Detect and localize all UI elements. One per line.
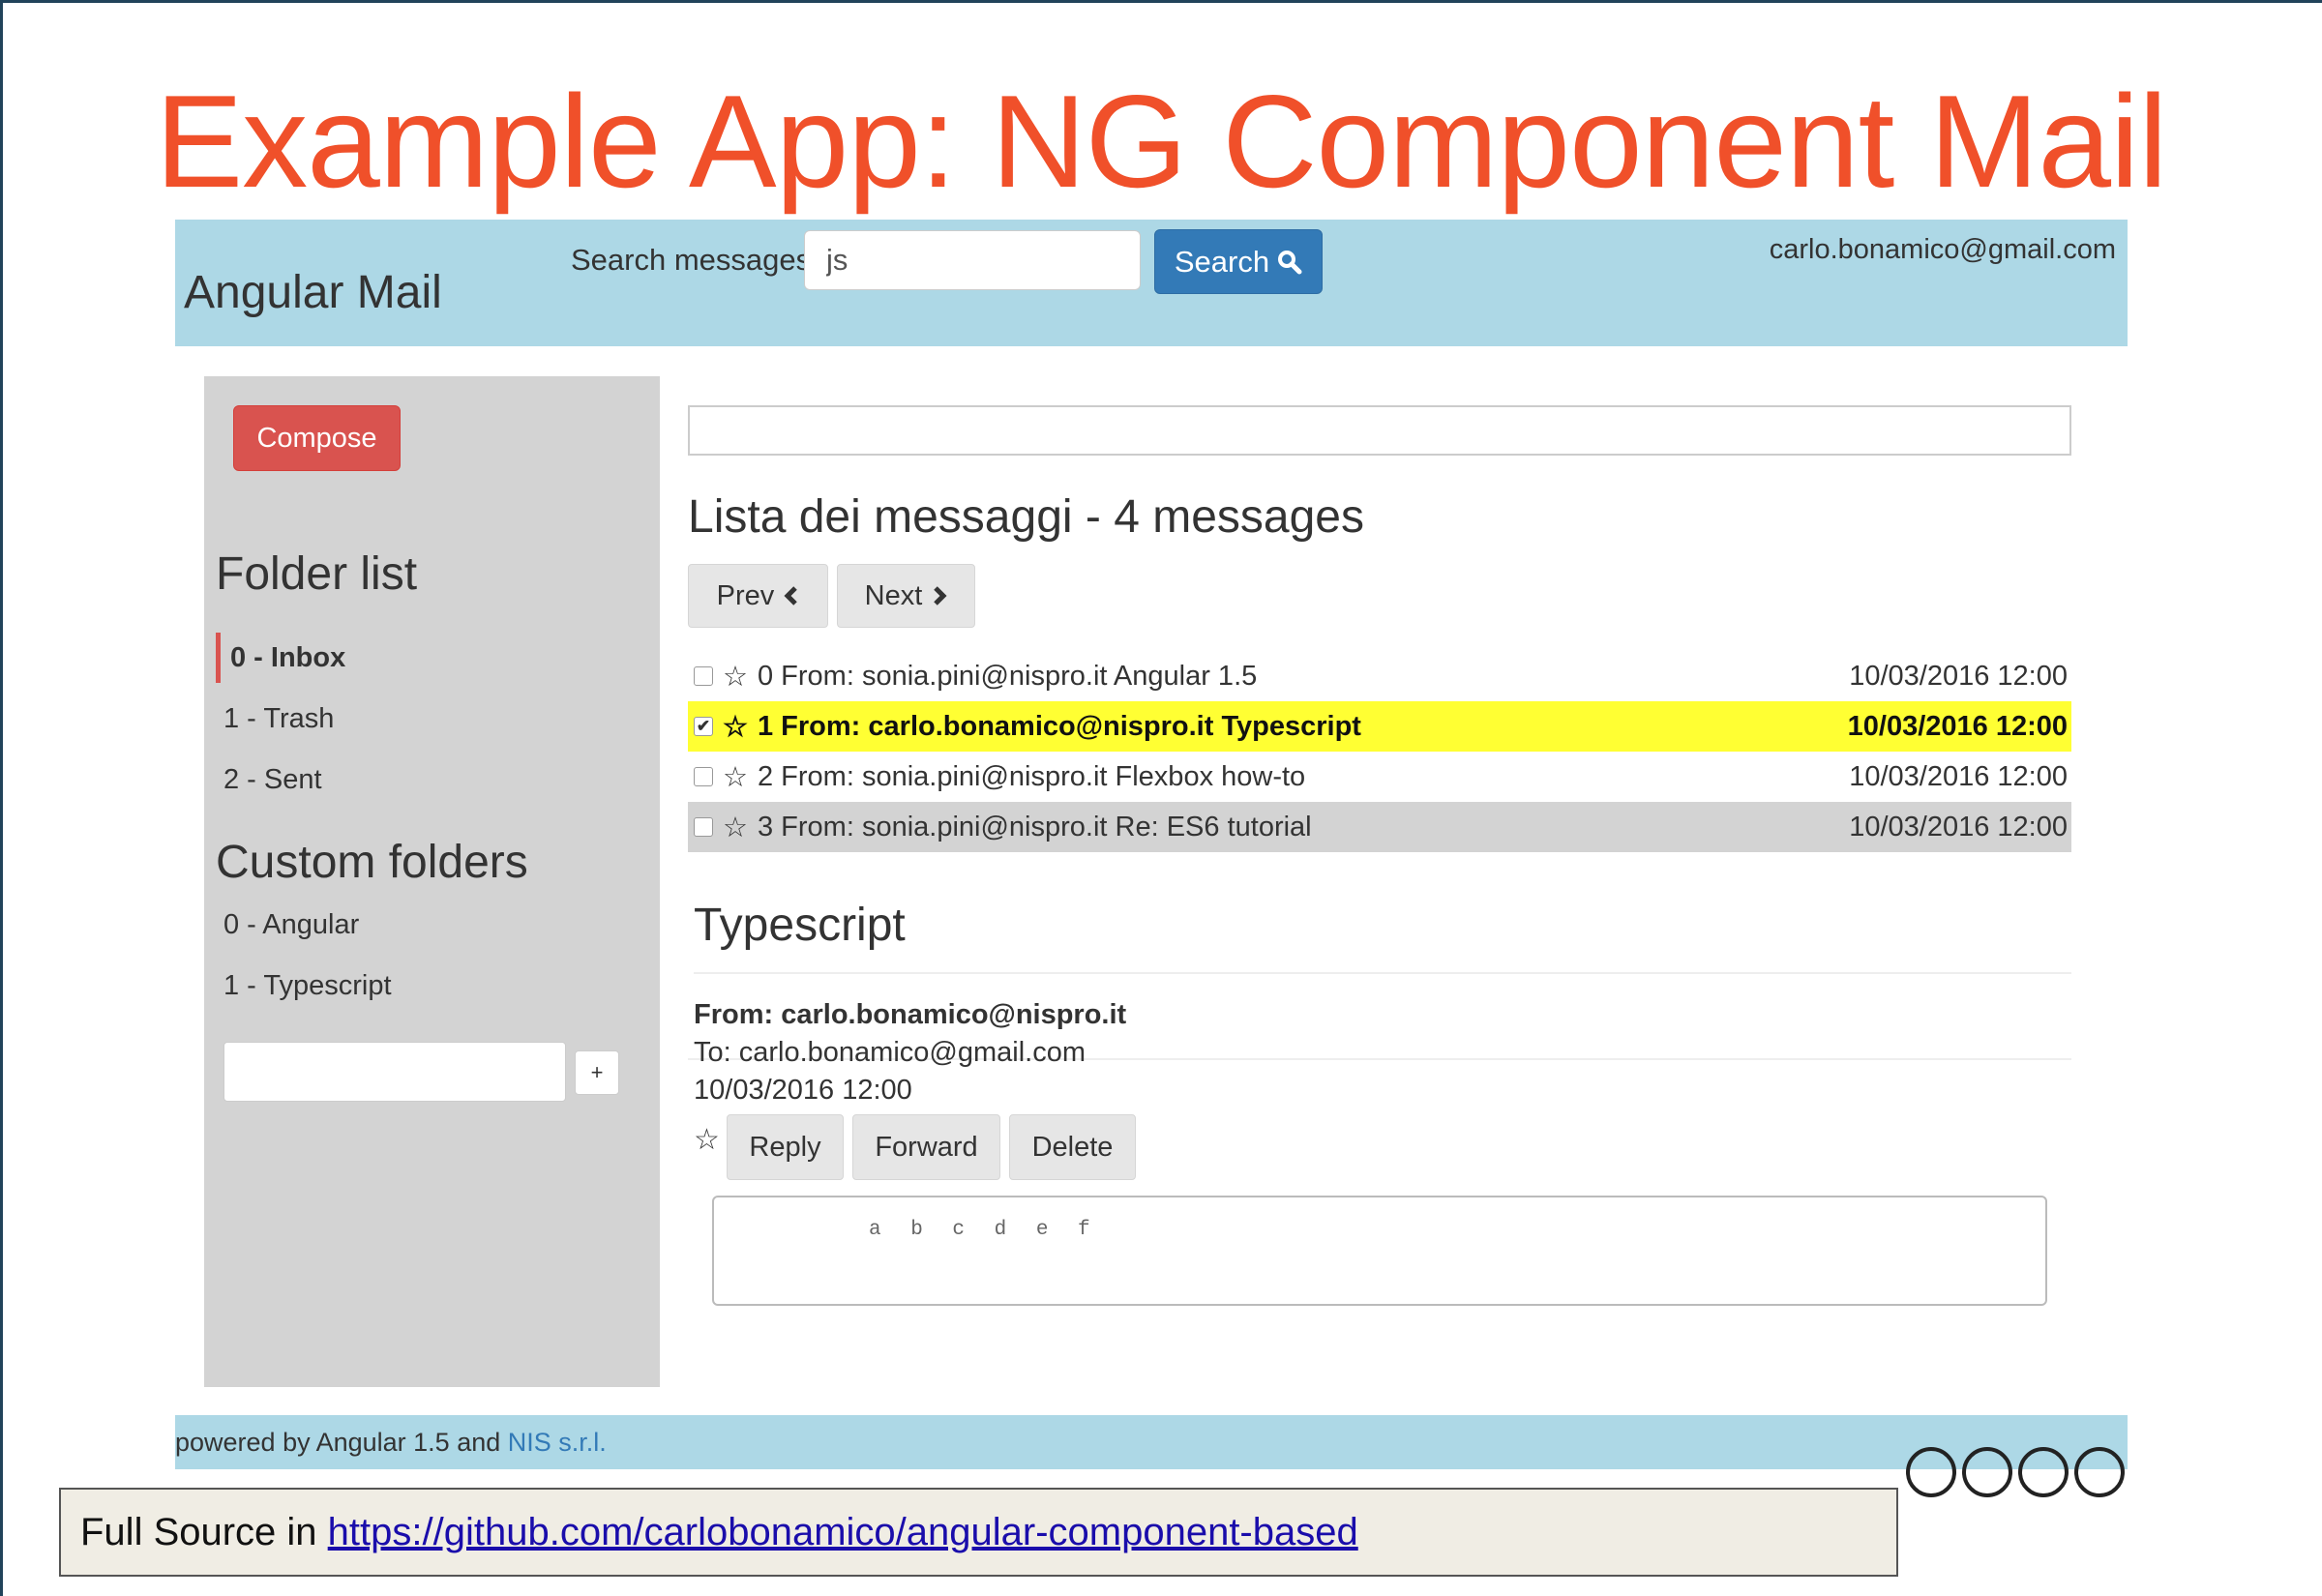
message-date: 10/03/2016 12:00: [1849, 660, 2068, 692]
search-input[interactable]: [804, 230, 1141, 290]
search-icon: [1278, 250, 1302, 274]
message-row-2[interactable]: ☆ 2 From: sonia.pini@nispro.it Flexbox h…: [688, 752, 2071, 802]
new-folder-input[interactable]: [223, 1042, 566, 1102]
next-label: Next: [864, 579, 923, 611]
message-date: 10/03/2016 12:00: [1849, 760, 2068, 792]
reply-button[interactable]: Reply: [727, 1114, 844, 1180]
footer-text: powered by Angular 1.5 and: [175, 1428, 508, 1457]
message-row-0[interactable]: ☆ 0 From: sonia.pini@nispro.it Angular 1…: [688, 651, 2071, 701]
add-folder-button[interactable]: +: [575, 1050, 619, 1095]
message-row-3[interactable]: ☆ 3 From: sonia.pini@nispro.it Re: ES6 t…: [688, 802, 2071, 852]
message-date: 10/03/2016 12:00: [1849, 811, 2068, 842]
delete-button[interactable]: Delete: [1009, 1114, 1136, 1180]
star-icon[interactable]: ☆: [694, 1123, 720, 1157]
app-brand[interactable]: Angular Mail: [184, 266, 442, 319]
star-icon[interactable]: ☆: [723, 811, 748, 844]
message-date: 10/03/2016 12:00: [1847, 710, 2068, 742]
cc-icon: [1906, 1447, 1956, 1497]
prev-label: Prev: [716, 579, 775, 611]
forward-button[interactable]: Forward: [852, 1114, 1000, 1180]
license-icons: [1906, 1447, 2125, 1497]
source-prefix: Full Source in: [80, 1511, 328, 1553]
message-date-detail: 10/03/2016 12:00: [694, 1075, 912, 1106]
sa-icon: [2074, 1447, 2125, 1497]
folder-item-trash[interactable]: 1 - Trash: [223, 694, 334, 744]
app-screenshot: Angular Mail Search messages: Search car…: [175, 220, 2128, 1469]
message-row-1[interactable]: ✔ ☆ 1 From: carlo.bonamico@nispro.it Typ…: [688, 701, 2071, 752]
star-icon[interactable]: ☆: [723, 760, 748, 794]
custom-folder-angular[interactable]: 0 - Angular: [223, 900, 359, 950]
message-subject: Typescript: [694, 900, 906, 951]
detail-divider: [694, 972, 2071, 974]
nc-icon: [2018, 1447, 2069, 1497]
by-icon: [1962, 1447, 2012, 1497]
app-footer: powered by Angular 1.5 and NIS s.r.l.: [175, 1415, 2128, 1469]
custom-folders-heading: Custom folders: [216, 837, 528, 888]
search-button[interactable]: Search: [1154, 229, 1323, 294]
sidebar: Compose Folder list 0 - Inbox 1 - Trash …: [204, 376, 660, 1387]
message-body[interactable]: a b c d e f: [712, 1196, 2047, 1306]
slide-title: Example App: NG Component Mail: [155, 68, 2168, 215]
message-filter-input[interactable]: [688, 405, 2071, 456]
chevron-right-icon: [934, 586, 947, 606]
compose-button[interactable]: Compose: [233, 405, 401, 471]
search-button-label: Search: [1174, 244, 1270, 279]
message-checkbox[interactable]: ✔: [694, 717, 713, 736]
prev-page-button[interactable]: Prev: [688, 564, 828, 628]
message-to: To: carlo.bonamico@gmail.com: [694, 1037, 1086, 1068]
folder-list-heading: Folder list: [216, 548, 418, 600]
navbar: Angular Mail Search messages: Search car…: [175, 220, 2128, 346]
folder-item-sent[interactable]: 2 - Sent: [223, 754, 322, 805]
message-summary: 1 From: carlo.bonamico@nispro.it Typescr…: [758, 710, 1361, 742]
footer-link[interactable]: NIS s.r.l.: [508, 1428, 607, 1457]
next-page-button[interactable]: Next: [837, 564, 975, 628]
message-summary: 3 From: sonia.pini@nispro.it Re: ES6 tut…: [758, 811, 1312, 842]
message-checkbox[interactable]: [694, 767, 713, 786]
message-summary: 2 From: sonia.pini@nispro.it Flexbox how…: [758, 760, 1306, 792]
chevron-left-icon: [784, 586, 798, 606]
slide-frame-left: [0, 0, 3, 1596]
message-checkbox[interactable]: [694, 666, 713, 686]
source-link[interactable]: https://github.com/carlobonamico/angular…: [328, 1511, 1358, 1553]
search-label: Search messages:: [571, 243, 819, 277]
source-box: Full Source in https://github.com/carlob…: [59, 1488, 1898, 1577]
user-email: carlo.bonamico@gmail.com: [1769, 234, 2116, 265]
message-from: From: carlo.bonamico@nispro.it: [694, 999, 1127, 1030]
star-icon[interactable]: ☆: [723, 660, 748, 694]
slide-frame-top: [0, 0, 2322, 3]
custom-folder-typescript[interactable]: 1 - Typescript: [223, 961, 392, 1011]
message-checkbox[interactable]: [694, 817, 713, 837]
message-list-title: Lista dei messaggi - 4 messages: [688, 491, 1364, 543]
main-content: Lista dei messaggi - 4 messages Prev Nex…: [688, 376, 2100, 1387]
message-summary: 0 From: sonia.pini@nispro.it Angular 1.5: [758, 660, 1258, 692]
folder-item-inbox[interactable]: 0 - Inbox: [216, 633, 345, 683]
star-icon[interactable]: ☆: [723, 710, 748, 744]
